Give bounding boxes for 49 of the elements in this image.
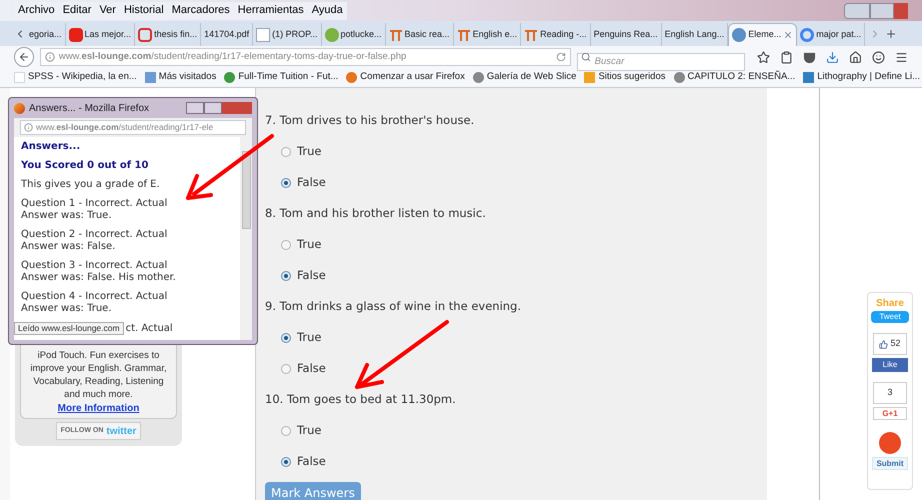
result-text: Question 3 - Incorrect. Actual Answer was: False. His mother. xyxy=(21,260,177,284)
search-field[interactable]: Buscar xyxy=(576,52,745,70)
result-text: Question 1 - Incorrect. Actual Answer was: True. xyxy=(21,198,168,222)
plus-one-button[interactable]: G+1 xyxy=(873,407,907,420)
address-field[interactable]: www.esl-lounge.com/student/reading/1r17-elementary-toms-day-true-or-false.php xyxy=(40,48,571,66)
score-text: You Scored 0 out of 10 xyxy=(21,160,150,172)
bookmark-item[interactable]: Más visitados xyxy=(144,70,216,85)
option-label: True xyxy=(297,142,322,160)
bookmark-item[interactable]: Galería de Web Slice xyxy=(472,70,576,85)
question-text: 9. Tom drinks a glass of wine in the evening. xyxy=(265,298,522,315)
menu-item[interactable]: Ayuda xyxy=(312,2,343,19)
like-button[interactable]: Like xyxy=(872,358,908,372)
question-text: 10. Tom goes to bed at 11.30pm. xyxy=(265,390,457,408)
more-information-link[interactable]: More Information xyxy=(58,401,140,416)
menu-item[interactable]: Marcadores xyxy=(172,2,230,19)
result-text: Question 4 - Incorrect. Actual Answer was: True. xyxy=(21,291,168,315)
menu-item[interactable]: Herramientas xyxy=(238,2,304,19)
menu-item[interactable]: Editar xyxy=(62,2,92,19)
window-title: Answers... - Mozilla Firefox xyxy=(29,102,150,116)
answers-heading: Answers... xyxy=(21,141,82,153)
bookmark-item[interactable]: Full-Time Tuition - Fut... xyxy=(224,70,338,85)
bookmark-item[interactable]: Comenzar a usar Firefox xyxy=(346,70,465,85)
question-text: 8. Tom and his brother listen to music. xyxy=(265,204,487,222)
bookmark-item[interactable]: SPSS - Wikipedia, la en... xyxy=(14,70,137,85)
menu-item[interactable]: Archivo xyxy=(18,2,55,19)
result-text: ct. Actual xyxy=(126,322,173,334)
option-label: True xyxy=(297,328,322,346)
grade-text: This gives you a grade of E. xyxy=(21,179,161,191)
option-label: False xyxy=(297,174,326,191)
address-field[interactable]: www.esl-lounge.com/student/reading/1r17-ele xyxy=(20,120,246,135)
bookmark-item[interactable]: Sitios sugeridos xyxy=(584,70,666,85)
browser-tab[interactable]: Eleme... xyxy=(728,23,798,46)
menu-item[interactable]: Ver xyxy=(99,2,116,19)
submit-button[interactable]: Submit xyxy=(872,457,908,470)
like-count: 52 xyxy=(873,333,907,355)
bookmark-item[interactable]: Lithography | Define Li... xyxy=(803,70,920,85)
status-tooltip: Leído www.esl-lounge.com xyxy=(14,322,124,335)
option-label: False xyxy=(297,266,326,284)
question-text: 7. Tom drives to his brother's house. xyxy=(265,112,476,129)
promo-text: iPod Touch. Fun exercises to improve your English. Grammar, Vocabulary, Reading, Listening and much more. xyxy=(29,349,168,401)
share-title: Share xyxy=(876,297,904,311)
plus-count: 3 xyxy=(873,382,907,404)
result-text: Question 2 - Incorrect. Actual Answer was: False. xyxy=(21,229,168,253)
menu-item[interactable]: Historial xyxy=(124,2,164,19)
option-label: True xyxy=(297,236,322,253)
option-label: True xyxy=(297,422,322,439)
option-label: False xyxy=(297,452,326,470)
option-label: False xyxy=(297,360,326,377)
bookmark-item[interactable]: CAPITULO 2: ENSEÑA... xyxy=(674,70,796,85)
